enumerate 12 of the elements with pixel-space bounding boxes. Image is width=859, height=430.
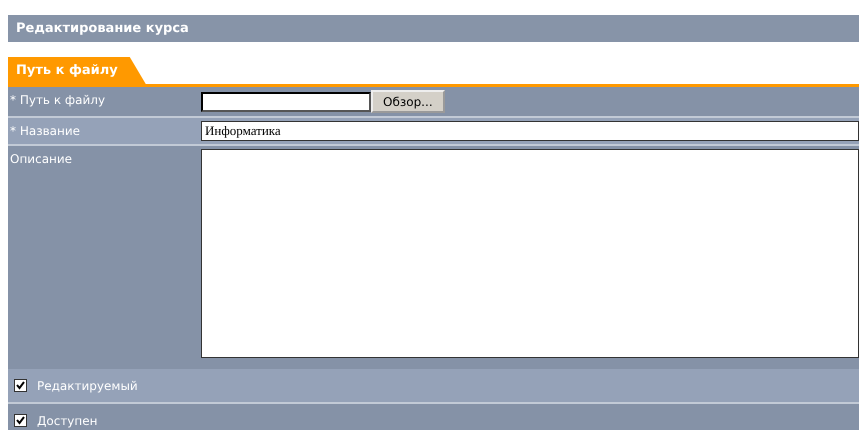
checkbox[interactable]	[14, 379, 27, 392]
panel-title: Редактирование курса	[8, 15, 859, 42]
field-label: Описание	[9, 151, 74, 168]
checkbox-label: Доступен	[37, 414, 98, 428]
title-field[interactable]: Информатика	[201, 121, 859, 141]
field-label: * Название	[9, 123, 82, 140]
field-label: * Путь к файлу	[9, 92, 106, 109]
browse-button[interactable]: Обзор...	[371, 90, 445, 113]
description-field[interactable]	[201, 149, 859, 358]
checkbox[interactable]	[14, 414, 27, 427]
file-path-field[interactable]	[201, 92, 371, 112]
checkbox-label: Редактируемый	[37, 378, 138, 392]
